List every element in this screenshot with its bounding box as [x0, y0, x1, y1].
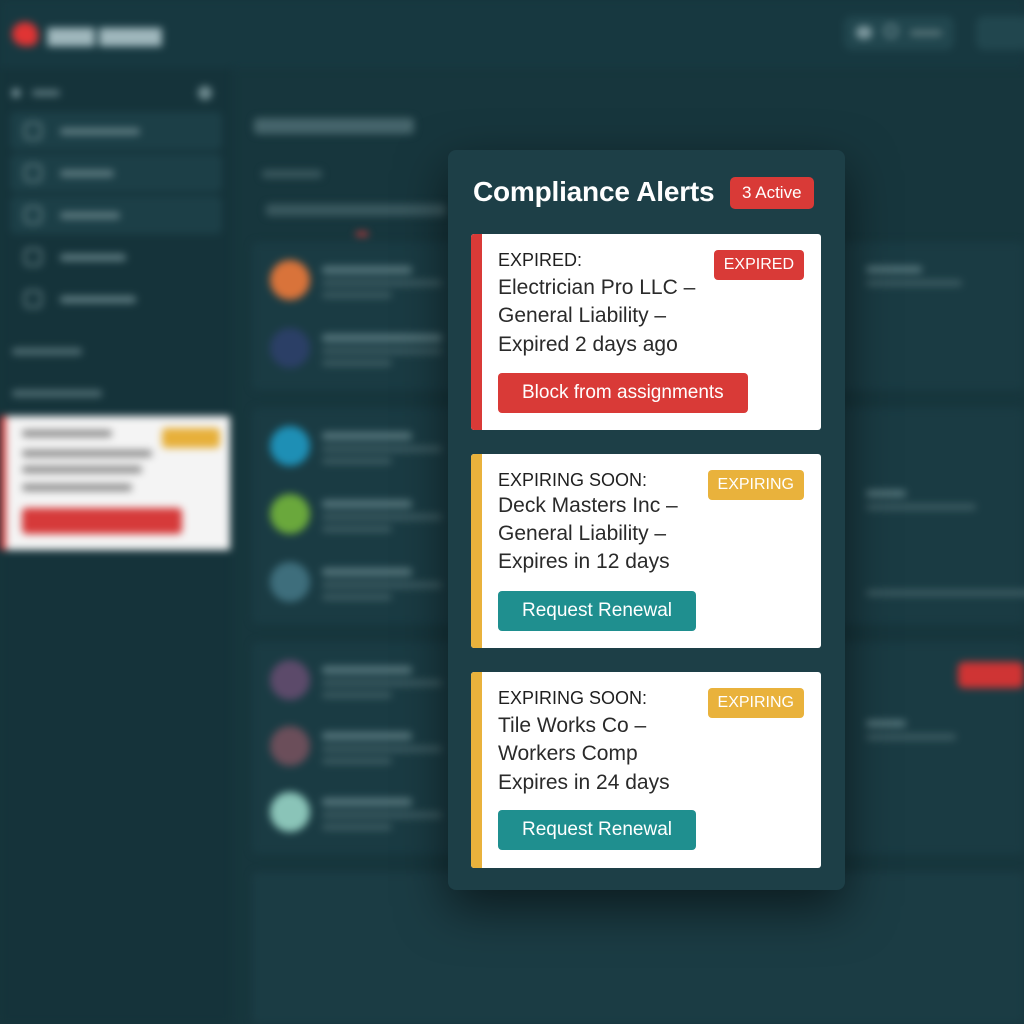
status-tag: EXPIRING [707, 470, 804, 500]
request-renewal-button[interactable]: Request Renewal [498, 810, 696, 850]
active-count-badge: 3 Active [730, 177, 814, 209]
active-tab-indicator [356, 232, 368, 236]
alert-card-expired: EXPIRED: Electrician Pro LLC – General L… [471, 234, 821, 430]
sidebar-item-3[interactable] [10, 196, 222, 234]
folder-icon [24, 248, 42, 266]
logo-icon [12, 22, 38, 46]
status-tag: EXPIRED [713, 250, 804, 280]
search-icon [884, 24, 898, 38]
tools-icon [24, 290, 42, 308]
search-label-blurred [910, 30, 942, 36]
request-renewal-button[interactable]: Request Renewal [498, 591, 696, 631]
home-icon [24, 122, 42, 140]
alert-coverage: Workers Comp [498, 742, 638, 765]
compliance-alerts-modal: Compliance Alerts 3 Active EXPIRED: Elec… [448, 150, 845, 890]
search-button[interactable] [844, 16, 954, 50]
gear-icon [24, 206, 42, 224]
status-tag: EXPIRING [707, 688, 804, 718]
alert-coverage: General Liability – [498, 304, 667, 327]
avatar [270, 426, 310, 466]
sidebar-item-4[interactable] [10, 238, 222, 276]
sidebar-header [12, 86, 212, 100]
avatar [270, 726, 310, 766]
top-actions [844, 16, 1024, 50]
severity-stripe [471, 234, 482, 430]
alert-card-expiring: EXPIRING SOON: Deck Masters Inc – Genera… [471, 454, 821, 648]
vendor-panel-4 [252, 872, 1024, 1024]
avatar [270, 792, 310, 832]
avatar [270, 562, 310, 602]
severity-stripe [471, 454, 482, 648]
modal-title: Compliance Alerts [473, 176, 715, 207]
page-subtitle-blurred [262, 170, 322, 178]
alert-vendor: Electrician Pro LLC – [498, 276, 696, 299]
alert-vendor: Tile Works Co – [498, 714, 647, 737]
avatar [270, 494, 310, 534]
top-bar: ▆▆▆ ▆▆▆▆ [0, 0, 1024, 68]
background-status-badge [958, 662, 1024, 688]
avatar [270, 660, 310, 700]
sidebar-item-1[interactable] [10, 112, 222, 150]
alert-timing: Expires in 12 days [498, 550, 670, 573]
sidebar-item-5[interactable] [10, 280, 222, 318]
settings-icon[interactable] [198, 86, 212, 100]
block-from-assignments-button[interactable]: Block from assignments [498, 373, 748, 413]
avatar [270, 260, 310, 300]
alert-timing: Expired 2 days ago [498, 333, 678, 356]
account-button[interactable] [976, 16, 1024, 50]
alert-status: EXPIRING SOON: [498, 470, 648, 490]
severity-stripe [471, 672, 482, 868]
alert-card-expiring: EXPIRING SOON: Tile Works Co – Workers C… [471, 672, 821, 868]
alert-coverage: General Liability – [498, 522, 667, 545]
sidebar-section-label [12, 348, 82, 355]
brand-name-blurred: ▆▆▆ ▆▆▆▆ [48, 24, 162, 46]
filter-bar-blurred [266, 204, 446, 216]
sidebar-subsection-label [12, 390, 102, 397]
alert-status: EXPIRING SOON: [498, 688, 648, 708]
sidebar-alert-card [0, 416, 230, 550]
alert-status: EXPIRED: [498, 250, 583, 270]
sidebar-item-2[interactable] [10, 154, 222, 192]
sidebar-block-button[interactable] [22, 508, 182, 534]
chat-icon [856, 26, 872, 39]
sidebar [0, 68, 232, 1024]
avatar [270, 328, 310, 368]
alert-vendor: Deck Masters Inc – [498, 494, 678, 517]
alert-timing: Expires in 24 days [498, 771, 670, 794]
list-icon [24, 164, 42, 182]
page-title-blurred [254, 118, 414, 134]
